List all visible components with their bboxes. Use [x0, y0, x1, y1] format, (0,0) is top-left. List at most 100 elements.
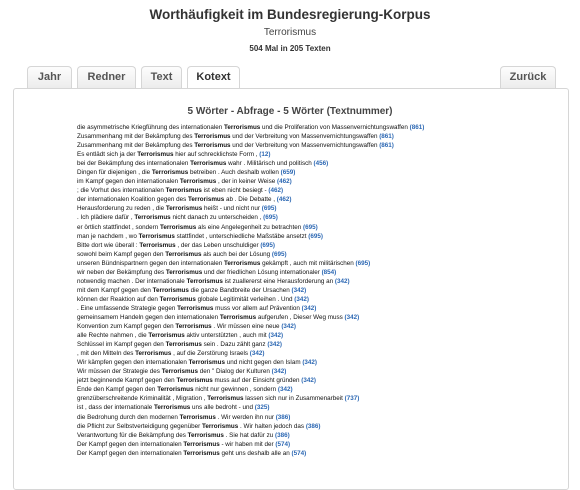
- text-number-link[interactable]: (342): [301, 377, 316, 384]
- kwic-keyword: Terrorismus: [165, 187, 202, 195]
- kwic-keyword: Terrorismus: [187, 196, 225, 204]
- occurrence-count: 504 Mal in 205 Texten: [249, 44, 331, 53]
- tab-jahr[interactable]: Jahr: [27, 66, 72, 88]
- text-number-link[interactable]: (342): [302, 359, 317, 366]
- text-number-link[interactable]: (574): [275, 441, 290, 448]
- kwic-left-context: Verantwortung für die Bekämpfung des: [77, 431, 186, 439]
- tab-text[interactable]: Text: [141, 66, 182, 88]
- kwic-right-context: und die Proliferation von Massenvernicht…: [262, 124, 408, 131]
- kwic-line: Zusammenhang mit der Bekämpfung des Terr…: [77, 132, 517, 141]
- search-term: Terrorismus: [263, 27, 317, 38]
- kwic-keyword: Terrorismus: [224, 259, 261, 267]
- kwic-right-context: gekämpft , auch mit militärischen: [262, 259, 354, 267]
- kwic-right-context: als auch bei der Lösung: [203, 250, 271, 258]
- kwic-line: bei der Bekämpfung des internationalen T…: [77, 159, 517, 168]
- kwic-keyword: Terrorismus: [190, 160, 227, 168]
- text-number-link[interactable]: (342): [272, 368, 287, 375]
- text-number-link[interactable]: (342): [281, 323, 296, 330]
- kwic-line: man je nachdem , wo Terrorismus stattfin…: [77, 232, 517, 241]
- kwic-left-context: Zusammenhang mit der Bekämpfung des: [77, 133, 193, 141]
- text-number-link[interactable]: (456): [314, 160, 329, 167]
- kwic-left-context: , mit den Mitteln des: [77, 350, 134, 358]
- kwic-left-context: sowohl beim Kampf gegen den: [77, 250, 164, 258]
- kwic-left-context: wir neben der Bekämpfung des: [77, 268, 165, 276]
- kwic-left-context: ; die Vorhut des internationalen: [77, 187, 164, 195]
- text-number-link[interactable]: (342): [291, 287, 306, 294]
- kwic-keyword: Terrorismus: [135, 350, 172, 358]
- text-number-link[interactable]: (695): [263, 214, 278, 221]
- kwic-line: können der Reaktion auf den Terrorismus …: [77, 295, 517, 304]
- kwic-right-context: . Wir müssen eine neue: [213, 323, 280, 331]
- back-button[interactable]: Zurück: [500, 66, 556, 88]
- text-number-link[interactable]: (861): [410, 124, 425, 131]
- text-number-link[interactable]: (342): [345, 314, 360, 321]
- text-number-link[interactable]: (342): [335, 278, 350, 285]
- text-number-link[interactable]: (462): [277, 178, 292, 185]
- text-number-link[interactable]: (854): [322, 269, 337, 276]
- kwic-left-context: ist , dass der internationale: [77, 404, 153, 412]
- text-number-link[interactable]: (695): [356, 260, 371, 267]
- text-number-link[interactable]: (342): [267, 341, 282, 348]
- text-number-link[interactable]: (695): [260, 242, 275, 249]
- text-number-link[interactable]: (342): [278, 386, 293, 393]
- kwic-left-context: Wir müssen der Strategie des: [77, 368, 160, 376]
- kwic-left-context: bei der Bekämpfung des internationalen: [77, 160, 189, 168]
- text-number-link[interactable]: (386): [306, 423, 321, 430]
- kwic-keyword: Terrorismus: [165, 250, 202, 258]
- text-number-link[interactable]: (462): [277, 196, 292, 203]
- text-number-link[interactable]: (342): [268, 332, 283, 339]
- kwic-line: jetzt beginnende Kampf gegen den Terrori…: [77, 376, 517, 385]
- kwic-keyword: Terrorismus: [134, 214, 171, 222]
- kwic-line: Verantwortung für die Bekämpfung des Ter…: [77, 431, 517, 440]
- text-number-link[interactable]: (861): [379, 133, 394, 140]
- kwic-keyword: Terrorismus: [188, 359, 225, 367]
- kwic-line: grenzüberschreitende Kriminalität , Migr…: [77, 394, 517, 403]
- kwic-keyword: Terrorismus: [187, 431, 224, 439]
- kwic-line: die Pflicht zur Selbstverteidigung gegen…: [77, 422, 517, 431]
- kwic-keyword: Terrorismus: [154, 404, 191, 412]
- kwic-keyword: Terrorismus: [179, 178, 217, 186]
- text-number-link[interactable]: (342): [294, 296, 309, 303]
- text-number-link[interactable]: (386): [276, 414, 291, 421]
- kwic-left-context: Schlüssel im Kampf gegen den: [77, 341, 164, 349]
- kwic-keyword: Terrorismus: [159, 295, 196, 303]
- kwic-list: die asymmetrische Kriegführung des inter…: [77, 123, 517, 458]
- text-number-link[interactable]: (861): [379, 142, 394, 149]
- kwic-keyword: Terrorismus: [165, 268, 203, 276]
- kwic-left-context: . Ich plädiere dafür ,: [77, 214, 133, 222]
- text-number-link[interactable]: (386): [275, 432, 290, 439]
- text-number-link[interactable]: (695): [262, 205, 277, 212]
- kwic-right-context: uns alle bedroht - und: [192, 404, 253, 412]
- kwic-line: gemeinsamem Handeln gegen den internatio…: [77, 313, 517, 322]
- kwic-left-context: der internationalen Koalition gegen des: [77, 196, 187, 204]
- kwic-keyword: Terrorismus: [179, 413, 216, 421]
- kwic-left-context: im Kampf gegen den internationalen: [77, 178, 179, 186]
- text-number-link[interactable]: (12): [259, 151, 270, 158]
- tab-redner[interactable]: Redner: [77, 66, 136, 88]
- kwic-right-context: den " Dialog der Kulturen: [199, 368, 270, 376]
- kwic-right-context: . Sie hat dafür zu: [225, 431, 274, 439]
- text-number-link[interactable]: (574): [291, 450, 306, 457]
- kwic-keyword: Terrorismus: [165, 341, 202, 349]
- kwic-line: die Bedrohung durch den modernen Terrori…: [77, 413, 517, 422]
- kwic-right-context: und nicht gegen den Islam: [226, 359, 301, 367]
- kwic-right-context: muss auf der Einsicht gründen: [214, 377, 300, 385]
- kwic-left-context: die Bedrohung durch den modernen: [77, 413, 178, 421]
- text-number-link[interactable]: (325): [255, 404, 270, 411]
- text-number-link[interactable]: (695): [272, 251, 287, 258]
- kwic-keyword: Terrorismus: [151, 169, 189, 177]
- kwic-line: Konvention zum Kampf gegen den Terrorism…: [77, 322, 517, 331]
- kwic-keyword: Terrorismus: [175, 323, 212, 331]
- text-number-link[interactable]: (695): [308, 233, 323, 240]
- kwic-right-context: . Wir halten jedoch das: [240, 422, 305, 430]
- tab-kotext[interactable]: Kotext: [187, 66, 240, 89]
- text-number-link[interactable]: (342): [302, 305, 317, 312]
- kwic-keyword: Terrorismus: [219, 313, 257, 321]
- text-number-link[interactable]: (695): [303, 224, 318, 231]
- text-number-link[interactable]: (737): [345, 395, 360, 402]
- text-number-link[interactable]: (342): [250, 350, 265, 357]
- text-number-link[interactable]: (659): [281, 169, 296, 176]
- kwic-right-context: stattfindet , unterschiedliche Maßstäbe …: [176, 232, 307, 240]
- text-number-link[interactable]: (462): [268, 187, 283, 194]
- kwic-line: Zusammenhang mit der Bekämpfung des Terr…: [77, 141, 517, 150]
